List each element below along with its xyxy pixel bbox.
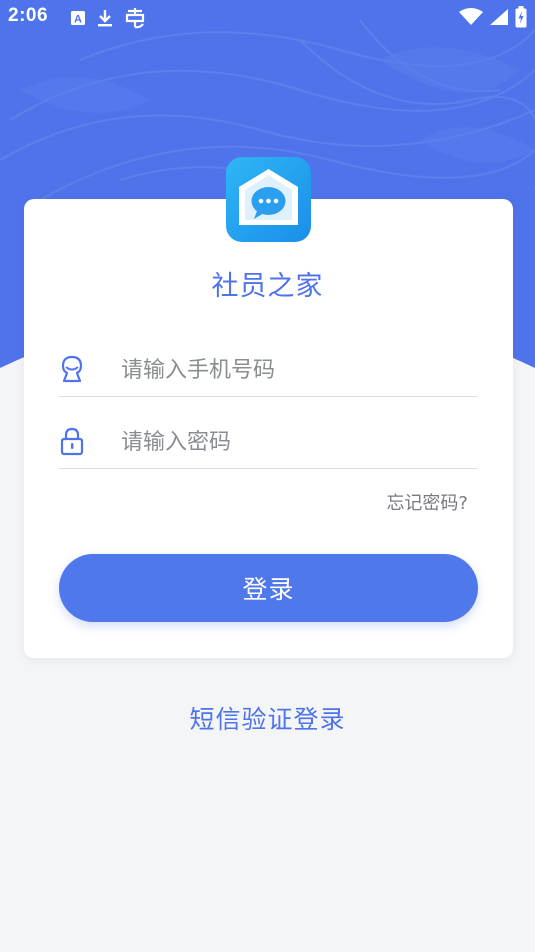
battery-charging-icon — [515, 6, 527, 28]
user-icon — [61, 355, 83, 383]
status-left-icons: A — [70, 7, 146, 29]
app-title: 社员之家 — [211, 271, 324, 302]
keyboard-a-icon: A — [71, 11, 85, 26]
password-field — [59, 418, 478, 469]
phone-field — [59, 346, 478, 397]
lock-icon — [60, 427, 84, 456]
password-input[interactable] — [121, 426, 471, 458]
status-right-icons — [459, 6, 527, 28]
bug-icon — [125, 8, 145, 29]
phone-input[interactable] — [121, 354, 471, 386]
app-logo — [226, 157, 311, 242]
svg-text:A: A — [74, 14, 82, 26]
download-icon — [98, 10, 112, 27]
forgot-password-link[interactable]: 忘记密码? — [386, 489, 468, 515]
status-bar: 2:06 A — [0, 0, 535, 38]
login-button[interactable]: 登录 — [59, 554, 478, 622]
status-time: 2:06 — [8, 5, 49, 26]
chat-house-icon — [226, 157, 311, 242]
cell-signal-icon — [490, 9, 508, 25]
wifi-icon — [459, 8, 483, 25]
sms-login-link[interactable]: 短信验证登录 — [0, 700, 535, 736]
